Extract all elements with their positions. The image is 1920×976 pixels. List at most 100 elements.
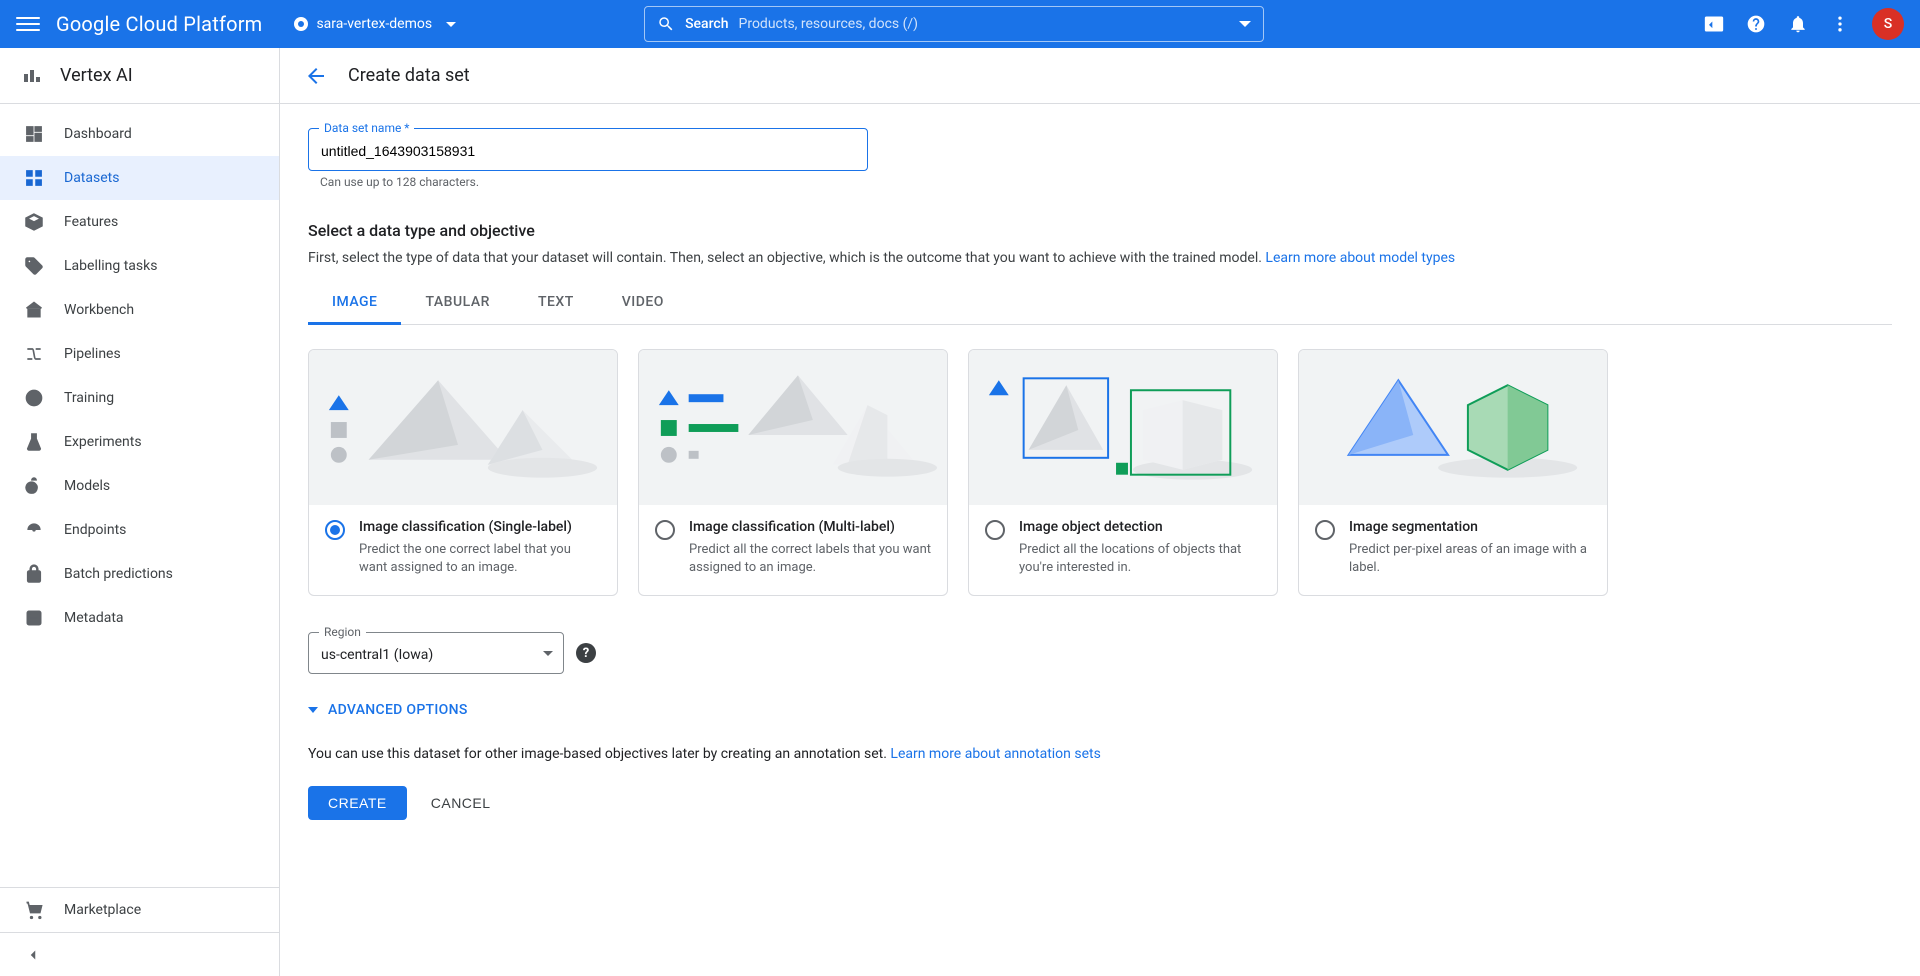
card-illustration: [969, 350, 1277, 505]
sidebar-item-label: Metadata: [64, 610, 124, 626]
dataset-name-field[interactable]: Data set name *: [308, 128, 868, 171]
card-desc: Predict all the locations of objects tha…: [1019, 541, 1261, 577]
section-title: Select a data type and objective: [308, 221, 1892, 240]
back-arrow-icon[interactable]: [304, 64, 328, 88]
top-bar-actions: S: [1704, 8, 1904, 40]
card-desc: Predict per-pixel areas of an image with…: [1349, 541, 1591, 577]
sidebar-item-labeling[interactable]: Labelling tasks: [0, 244, 279, 288]
sidebar-item-label: Experiments: [64, 434, 142, 450]
advanced-options-toggle[interactable]: ADVANCED OPTIONS: [308, 702, 1892, 718]
sidebar-item-label: Workbench: [64, 302, 134, 318]
cloud-shell-icon[interactable]: [1704, 14, 1724, 34]
sidebar-item-label: Batch predictions: [64, 566, 173, 582]
card-title: Image classification (Single-label): [359, 519, 601, 535]
region-value: us-central1 (Iowa): [321, 647, 433, 663]
sidebar-item-label: Models: [64, 478, 110, 494]
chevron-down-icon: [543, 651, 553, 656]
help-icon[interactable]: [1746, 14, 1766, 34]
learn-more-annotation-link[interactable]: Learn more about annotation sets: [890, 746, 1100, 762]
sidebar-item-label: Datasets: [64, 170, 119, 186]
product-name: Vertex AI: [60, 65, 133, 86]
sidebar-item-models[interactable]: Models: [0, 464, 279, 508]
features-icon: [24, 212, 44, 232]
card-multi-label[interactable]: Image classification (Multi-label) Predi…: [638, 349, 948, 596]
cancel-button[interactable]: CANCEL: [431, 795, 491, 811]
pipelines-icon: [24, 344, 44, 364]
sidebar-item-label: Pipelines: [64, 346, 121, 362]
sidebar-item-label: Dashboard: [64, 126, 132, 142]
product-header[interactable]: Vertex AI: [0, 48, 279, 104]
chevron-left-icon: [24, 946, 42, 964]
top-bar: Google Cloud Platform sara-vertex-demos …: [0, 0, 1920, 48]
project-selector[interactable]: sara-vertex-demos: [286, 12, 464, 36]
collapse-sidebar-button[interactable]: [0, 932, 279, 976]
experiments-icon: [24, 432, 44, 452]
card-title: Image classification (Multi-label): [689, 519, 931, 535]
tab-text[interactable]: TEXT: [514, 282, 598, 324]
chevron-down-icon: [1239, 21, 1251, 27]
radio-segmentation[interactable]: [1315, 520, 1335, 540]
sidebar-item-batch[interactable]: Batch predictions: [0, 552, 279, 596]
card-segmentation[interactable]: Image segmentation Predict per-pixel are…: [1298, 349, 1608, 596]
models-icon: [24, 476, 44, 496]
card-object-detection[interactable]: Image object detection Predict all the l…: [968, 349, 1278, 596]
tab-video[interactable]: VIDEO: [598, 282, 688, 324]
learn-more-model-types-link[interactable]: Learn more about model types: [1265, 250, 1455, 266]
project-name: sara-vertex-demos: [316, 16, 432, 32]
dataset-name-input[interactable]: [321, 143, 855, 159]
project-icon: [294, 17, 308, 31]
radio-object-detection[interactable]: [985, 520, 1005, 540]
main: Create data set Data set name * Can use …: [280, 48, 1920, 976]
tab-image[interactable]: IMAGE: [308, 282, 401, 325]
sidebar-item-label: Features: [64, 214, 118, 230]
workbench-icon: [24, 300, 44, 320]
gcp-logo[interactable]: Google Cloud Platform: [56, 12, 262, 36]
vertex-ai-icon: [20, 64, 44, 88]
region-label: Region: [319, 625, 366, 639]
notifications-icon[interactable]: [1788, 14, 1808, 34]
chevron-down-icon: [308, 707, 318, 713]
tab-tabular[interactable]: TABULAR: [401, 282, 513, 324]
sidebar-item-datasets[interactable]: Datasets: [0, 156, 279, 200]
sidebar-item-pipelines[interactable]: Pipelines: [0, 332, 279, 376]
search-label: Search: [685, 16, 728, 32]
more-icon[interactable]: [1830, 14, 1850, 34]
sidebar-item-experiments[interactable]: Experiments: [0, 420, 279, 464]
batch-icon: [24, 564, 44, 584]
tabs: IMAGE TABULAR TEXT VIDEO: [308, 282, 1892, 325]
metadata-icon: [24, 608, 44, 628]
sidebar-item-features[interactable]: Features: [0, 200, 279, 244]
sidebar: Vertex AI Dashboard Datasets Features La…: [0, 48, 280, 976]
sidebar-item-workbench[interactable]: Workbench: [0, 288, 279, 332]
section-desc: First, select the type of data that your…: [308, 250, 1892, 266]
region-select[interactable]: Region us-central1 (Iowa): [308, 632, 564, 674]
endpoints-icon: [24, 520, 44, 540]
card-desc: Predict all the correct labels that you …: [689, 541, 931, 577]
sidebar-item-label: Marketplace: [64, 902, 141, 918]
sidebar-item-label: Labelling tasks: [64, 258, 157, 274]
menu-icon[interactable]: [16, 12, 40, 36]
radio-multi-label[interactable]: [655, 520, 675, 540]
sidebar-item-label: Endpoints: [64, 522, 126, 538]
card-illustration: [1299, 350, 1607, 505]
card-single-label[interactable]: Image classification (Single-label) Pred…: [308, 349, 618, 596]
page-header: Create data set: [280, 48, 1920, 104]
sidebar-item-marketplace[interactable]: Marketplace: [0, 888, 279, 932]
datasets-icon: [24, 168, 44, 188]
dataset-name-helper: Can use up to 128 characters.: [320, 175, 1892, 189]
card-title: Image segmentation: [1349, 519, 1591, 535]
sidebar-item-endpoints[interactable]: Endpoints: [0, 508, 279, 552]
sidebar-item-metadata[interactable]: Metadata: [0, 596, 279, 640]
radio-single-label[interactable]: [325, 520, 345, 540]
dataset-name-label: Data set name *: [319, 121, 414, 135]
annotation-note: You can use this dataset for other image…: [308, 746, 1892, 762]
dashboard-icon: [24, 124, 44, 144]
tag-icon: [24, 256, 44, 276]
sidebar-item-dashboard[interactable]: Dashboard: [0, 112, 279, 156]
sidebar-item-training[interactable]: Training: [0, 376, 279, 420]
search-icon: [657, 15, 675, 33]
create-button[interactable]: CREATE: [308, 786, 407, 820]
avatar[interactable]: S: [1872, 8, 1904, 40]
search-input[interactable]: Search Products, resources, docs (/): [644, 6, 1264, 42]
region-help-icon[interactable]: ?: [576, 643, 596, 663]
